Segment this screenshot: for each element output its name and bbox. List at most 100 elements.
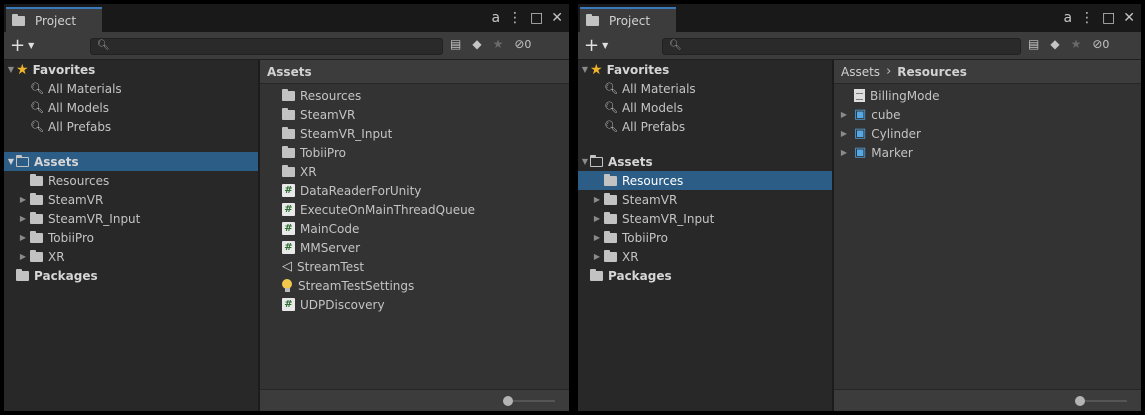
favorites-header[interactable]: ▼ ★ Favorites [578,60,832,79]
favorite-star-icon[interactable]: ★ [1071,37,1082,51]
tree-item-resources[interactable]: Resources [578,171,832,190]
asset-item[interactable]: StreamTestSettings [260,276,569,295]
expand-arrow-icon[interactable]: ▶ [839,129,849,138]
favorite-star-icon[interactable]: ★ [493,37,504,51]
breadcrumb-item-assets[interactable]: Assets [841,65,880,79]
asset-item[interactable]: ◁ StreamTest [260,257,569,276]
plus-icon: + [584,35,600,56]
toolbar: + ▼ 🔍︎ ▤ ◆ ★ ⊘0 [4,32,569,60]
tab-project[interactable]: Project [6,7,102,32]
asset-item[interactable]: ▶ ▣ cube [834,105,1141,124]
favorite-item[interactable]: 🔍︎ All Prefabs [578,117,832,136]
expand-arrow-icon[interactable]: ▶ [592,233,602,242]
slider-thumb[interactable] [1075,396,1085,406]
tree-item-xr[interactable]: ▶ XR [4,247,258,266]
search-by-label-icon[interactable]: ◆ [1050,37,1059,51]
breadcrumb-item-assets[interactable]: Assets [267,65,312,79]
expand-arrow-icon[interactable]: ▶ [592,252,602,261]
folder-icon [604,173,617,186]
tree-item-steamvr-input[interactable]: ▶ SteamVR_Input [4,209,258,228]
favorite-item[interactable]: 🔍︎ All Models [578,98,832,117]
folder-icon [282,164,295,177]
favorite-item[interactable]: 🔍︎ All Materials [578,79,832,98]
expand-arrow-icon[interactable]: ▼ [6,157,16,166]
tree-item-assets[interactable]: ▼ Assets [4,152,258,171]
search-by-label-icon[interactable]: ◆ [472,37,481,51]
folder-icon [282,88,295,101]
tree-item-packages[interactable]: Packages [578,266,832,285]
tree-item-steamvr-input[interactable]: ▶ SteamVR_Input [578,209,832,228]
folder-icon [282,126,295,139]
tree-item-label: XR [622,249,639,264]
lock-icon[interactable]: 𝖺 [1063,10,1072,26]
expand-arrow-icon[interactable]: ▶ [18,233,28,242]
expand-arrow-icon[interactable]: ▼ [580,157,590,166]
expand-arrow-icon[interactable]: ▶ [592,214,602,223]
search-input[interactable]: 🔍︎ [662,38,1021,55]
maximize-icon[interactable]: □ [1102,10,1115,26]
favorite-item[interactable]: 🔍︎ All Materials [4,79,258,98]
plus-icon: + [10,35,26,56]
slider-thumb[interactable] [503,396,513,406]
expand-arrow-icon[interactable]: ▼ [580,65,590,74]
create-dropdown-button[interactable]: + ▼ [584,35,608,56]
tree-item-assets[interactable]: ▼ Assets [578,152,832,171]
expand-arrow-icon[interactable]: ▶ [18,195,28,204]
asset-item[interactable]: ▶ ▣ Marker [834,143,1141,162]
asset-item[interactable]: Resources [260,86,569,105]
folder-icon [590,268,603,281]
tree-item-xr[interactable]: ▶ XR [578,247,832,266]
lock-icon[interactable]: 𝖺 [491,10,500,26]
tree-item-tobiipro[interactable]: ▶ TobiiPro [4,228,258,247]
tree-item-steamvr[interactable]: ▶ SteamVR [4,190,258,209]
asset-item[interactable]: # MMServer [260,238,569,257]
tree-item-label: SteamVR_Input [48,211,141,226]
asset-item[interactable]: # ExecuteOnMainThreadQueue [260,200,569,219]
search-by-type-icon[interactable]: ▤ [1028,37,1039,51]
hidden-packages-icon[interactable]: ⊘0 [1092,37,1109,51]
folder-icon [30,230,43,243]
asset-item[interactable]: # DataReaderForUnity [260,181,569,200]
hidden-packages-icon[interactable]: ⊘0 [514,37,531,51]
maximize-icon[interactable]: □ [530,10,543,26]
tree-item-steamvr[interactable]: ▶ SteamVR [578,190,832,209]
asset-item[interactable]: ▶ ▣ Cylinder [834,124,1141,143]
icon-size-slider[interactable] [1075,396,1127,406]
favorite-item[interactable]: 🔍︎ All Models [4,98,258,117]
folder-tree: ▼ ★ Favorites 🔍︎ All Materials 🔍︎ All Mo… [578,60,832,411]
asset-item[interactable]: BillingMode [834,86,1141,105]
expand-arrow-icon[interactable]: ▶ [18,214,28,223]
expand-arrow-icon[interactable]: ▶ [839,110,849,119]
asset-item[interactable]: TobiiPro [260,143,569,162]
more-options-icon[interactable]: ⋮ [1080,10,1094,26]
tree-item-packages[interactable]: Packages [4,266,258,285]
tree-item-label: Resources [622,173,684,188]
close-icon[interactable]: ✕ [551,10,563,26]
project-window-right: Project 𝖺 ⋮ □ ✕ + ▼ 🔍︎ ▤ ◆ ★ ⊘0 ▼ ★ Favo… [578,4,1141,411]
more-options-icon[interactable]: ⋮ [508,10,522,26]
asset-item[interactable]: SteamVR [260,105,569,124]
expand-arrow-icon[interactable]: ▼ [6,65,16,74]
asset-item[interactable]: XR [260,162,569,181]
tab-project[interactable]: Project [580,7,676,32]
breadcrumb-separator-icon: › [886,64,892,79]
expand-arrow-icon[interactable]: ▶ [592,195,602,204]
search-by-type-icon[interactable]: ▤ [450,37,461,51]
expand-arrow-icon[interactable]: ▶ [839,148,849,157]
icon-size-slider[interactable] [503,396,555,406]
close-icon[interactable]: ✕ [1123,10,1135,26]
tree-item-resources[interactable]: Resources [4,171,258,190]
expand-arrow-icon[interactable]: ▶ [18,252,28,261]
asset-item[interactable]: # UDPDiscovery [260,295,569,314]
folder-icon [30,249,43,262]
search-input[interactable]: 🔍︎ [90,38,443,55]
breadcrumb-item-resources[interactable]: Resources [897,65,967,79]
favorites-header[interactable]: ▼ ★ Favorites [4,60,258,79]
asset-item[interactable]: # MainCode [260,219,569,238]
favorite-label: All Materials [621,81,696,96]
tree-item-tobiipro[interactable]: ▶ TobiiPro [578,228,832,247]
favorite-item[interactable]: 🔍︎ All Prefabs [4,117,258,136]
asset-item[interactable]: SteamVR_Input [260,124,569,143]
create-dropdown-button[interactable]: + ▼ [10,35,34,56]
tab-bar: Project 𝖺 ⋮ □ ✕ [578,4,1141,32]
